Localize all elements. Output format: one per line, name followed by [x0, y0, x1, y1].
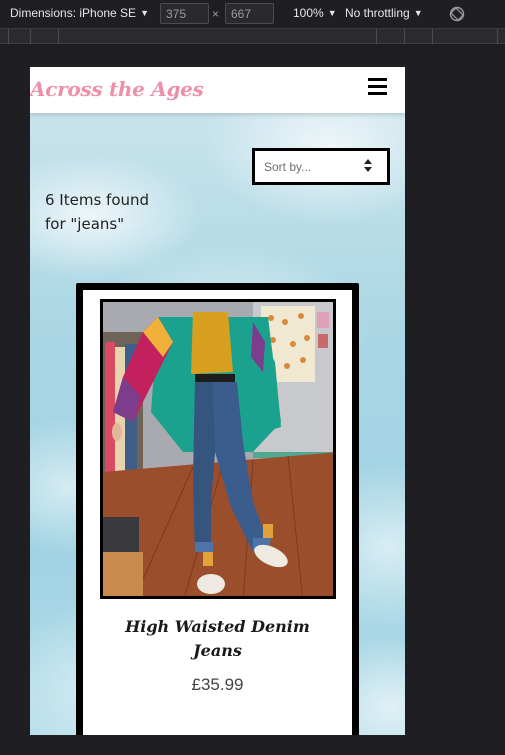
hamburger-menu-icon[interactable] — [368, 78, 387, 95]
sort-select-label: Sort by... — [264, 160, 312, 174]
product-name[interactable]: High Waisted Denim Jeans — [83, 615, 352, 663]
chevron-down-icon: ▼ — [140, 8, 149, 18]
results-count-line: 6 Items found — [45, 191, 150, 209]
devtools-bottom-area — [0, 735, 505, 755]
chevron-down-icon: ▼ — [413, 8, 423, 18]
zoom-label: 100% — [293, 6, 324, 20]
product-price: £35.99 — [191, 675, 244, 694]
throttling-label: No throttling — [345, 6, 410, 20]
devtools-device-toolbar: Dimensions: iPhone SE ▼ 375 × 667 100% ▼ N… — [0, 0, 505, 29]
sort-arrows-icon — [364, 159, 372, 172]
product-image[interactable] — [100, 299, 336, 599]
results-query-line: for "jeans" — [45, 215, 125, 233]
viewport-height-input[interactable]: 667 — [225, 3, 274, 24]
site-navbar: Across the Ages — [30, 67, 405, 113]
product-card[interactable]: High Waisted Denim Jeans £35.99 — [76, 283, 359, 755]
zoom-dropdown[interactable]: 100% ▼ — [293, 6, 337, 20]
viewport-width-input[interactable]: 375 — [160, 3, 209, 24]
dimension-separator: × — [212, 7, 220, 21]
chevron-down-icon: ▼ — [327, 8, 337, 18]
search-results-count: 6 Items found for "jeans" — [45, 188, 195, 236]
site-brand-logo[interactable]: Across the Ages — [30, 77, 204, 101]
sort-select[interactable]: Sort by... — [252, 148, 390, 185]
device-dimensions-dropdown[interactable]: Dimensions: iPhone SE ▼ — [10, 6, 149, 20]
product-photo — [103, 302, 333, 596]
device-dimensions-label: Dimensions: iPhone SE — [10, 6, 137, 20]
rotate-icon[interactable] — [448, 5, 466, 23]
devtools-ruler — [0, 29, 505, 44]
mobile-viewport: Across the Ages Sort by... 6 Items found… — [30, 67, 405, 755]
throttling-dropdown[interactable]: No throttling ▼ — [345, 6, 423, 20]
